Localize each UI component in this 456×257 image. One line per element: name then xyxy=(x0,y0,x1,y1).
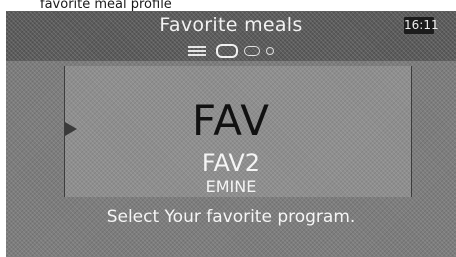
page-indicator-2[interactable] xyxy=(244,46,260,56)
page-indicator-active[interactable] xyxy=(216,44,238,58)
page-indicator-3[interactable] xyxy=(266,47,274,55)
page-caption: favorite meal profile xyxy=(0,0,456,11)
header-bar: Favorite meals 16:11 xyxy=(6,11,456,61)
screen-title: Favorite meals xyxy=(159,14,303,36)
clock-badge: 16:11 xyxy=(404,17,439,34)
appliance-screen: Favorite meals 16:11 FAV FAV2 EMINE Sele… xyxy=(6,11,456,257)
instruction-text: Select Your favorite program. xyxy=(106,207,356,227)
program-current[interactable]: FAV xyxy=(6,99,456,143)
program-next[interactable]: FAV2 xyxy=(6,149,456,177)
menu-icon[interactable] xyxy=(188,45,206,57)
program-third[interactable]: EMINE xyxy=(6,177,456,197)
page-indicators xyxy=(6,43,456,59)
